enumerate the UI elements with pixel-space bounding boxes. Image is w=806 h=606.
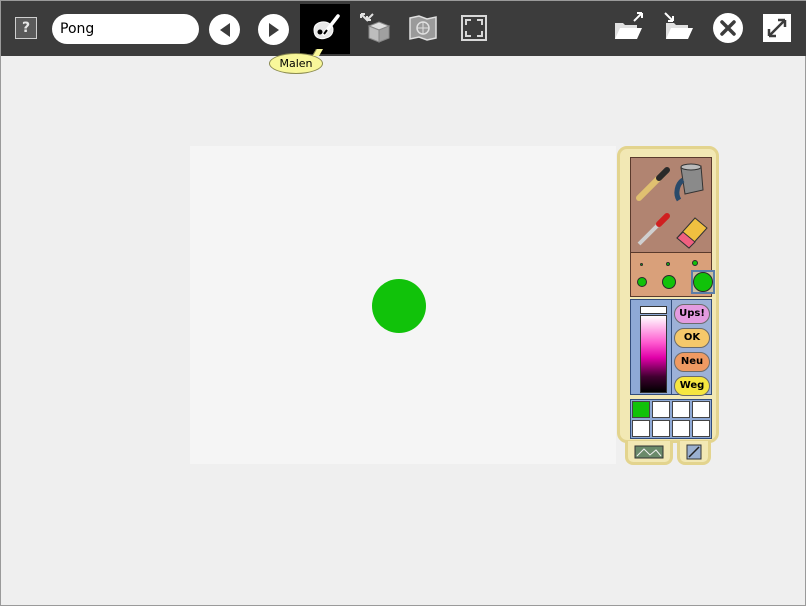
help-button[interactable]: ? <box>4 6 48 50</box>
brush-size-5[interactable] <box>662 275 676 289</box>
open-button[interactable] <box>607 6 651 50</box>
world-button[interactable] <box>401 6 445 50</box>
shape-icon <box>686 444 702 459</box>
brush-size-panel <box>630 253 715 297</box>
bucket-icon[interactable] <box>674 163 704 202</box>
world-map-icon <box>409 15 437 41</box>
action-buttons: Ups! OK Neu Weg <box>672 299 712 396</box>
color-swatch[interactable] <box>672 420 690 437</box>
brush-size-6[interactable] <box>693 272 713 292</box>
color-swatch[interactable] <box>672 401 690 418</box>
fullscreen-button[interactable] <box>452 6 496 50</box>
project-name-input[interactable] <box>52 14 199 44</box>
undo-button[interactable]: Ups! <box>674 304 710 324</box>
eyedropper-icon[interactable] <box>637 213 670 246</box>
objects-button[interactable] <box>353 6 397 50</box>
forward-arrow-icon <box>268 22 279 37</box>
color-preview <box>640 306 667 314</box>
share-button[interactable] <box>656 6 700 50</box>
paint-palette: Ups! OK Neu Weg <box>617 146 719 443</box>
color-picker <box>630 299 672 395</box>
color-gradient[interactable] <box>640 315 667 393</box>
color-swatch[interactable] <box>652 401 670 418</box>
shape-tab[interactable] <box>677 441 711 465</box>
brush-size-3[interactable] <box>692 260 698 266</box>
brush-icon[interactable] <box>636 167 670 201</box>
new-button[interactable]: Neu <box>674 352 710 372</box>
ball-sprite[interactable] <box>372 279 426 333</box>
toolbar: ? <box>1 1 806 56</box>
color-swatch[interactable] <box>692 401 710 418</box>
brush-size-2[interactable] <box>666 262 670 266</box>
stop-icon <box>713 13 743 43</box>
stop-button[interactable] <box>706 6 750 50</box>
color-swatches <box>630 399 712 439</box>
paint-canvas[interactable] <box>190 146 616 464</box>
object-box-icon <box>360 13 391 43</box>
fullscreen-icon <box>461 15 487 41</box>
share-folder-icon <box>664 12 693 39</box>
color-swatch[interactable] <box>652 420 670 437</box>
color-swatch[interactable] <box>632 401 650 418</box>
stamp-icon <box>634 445 664 458</box>
tool-icons <box>636 163 708 249</box>
brush-size-1[interactable] <box>640 263 643 266</box>
forward-button[interactable] <box>258 14 289 45</box>
help-icon: ? <box>15 17 37 39</box>
eraser-icon[interactable] <box>676 217 708 249</box>
paint-brush-icon <box>313 14 340 40</box>
paint-button[interactable] <box>300 4 350 54</box>
paint-tooltip: Malen <box>269 53 323 74</box>
expand-button[interactable] <box>755 6 799 50</box>
delete-button[interactable]: Weg <box>674 376 710 396</box>
color-swatch[interactable] <box>632 420 650 437</box>
back-button[interactable] <box>209 14 240 45</box>
open-folder-icon <box>615 12 643 39</box>
tool-panel <box>630 157 712 253</box>
color-swatch[interactable] <box>692 420 710 437</box>
back-arrow-icon <box>219 22 230 37</box>
ok-button[interactable]: OK <box>674 328 710 348</box>
brush-size-4[interactable] <box>637 277 647 287</box>
stamp-tab[interactable] <box>625 441 673 465</box>
expand-icon <box>763 14 791 42</box>
